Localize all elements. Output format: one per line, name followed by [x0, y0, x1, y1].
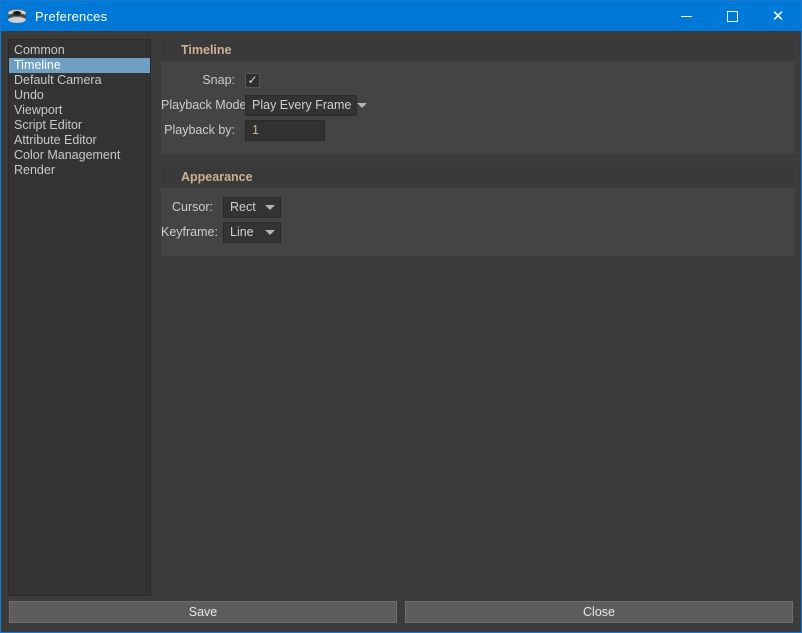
sidebar-item-color-management[interactable]: Color Management — [9, 148, 150, 163]
sidebar-item-attribute-editor[interactable]: Attribute Editor — [9, 133, 150, 148]
keyframe-dropdown[interactable]: Line — [223, 221, 281, 243]
dialog-body: Common Timeline Default Camera Undo View… — [1, 31, 801, 596]
group-appearance-body: Cursor: Rect Keyframe: Line — [161, 188, 794, 256]
cursor-label: Cursor: — [172, 200, 213, 214]
sidebar-item-viewport[interactable]: Viewport — [9, 103, 150, 118]
window-controls: ✕ — [663, 1, 801, 31]
minimize-button[interactable] — [663, 1, 709, 31]
chevron-down-icon — [265, 229, 275, 235]
row-playback-by: Playback by: — [161, 119, 794, 141]
window-title: Preferences — [35, 8, 108, 24]
row-playback-mode: Playback Mode: Play Every Frame — [161, 94, 794, 116]
group-timeline-body: Snap: ✓ Playback Mode: Play Every Frame … — [161, 61, 794, 154]
preferences-window: Preferences ✕ Common Timeline Default Ca… — [0, 0, 802, 633]
row-keyframe: Keyframe: Line — [161, 221, 794, 243]
chevron-down-icon — [357, 102, 368, 108]
sidebar-item-script-editor[interactable]: Script Editor — [9, 118, 150, 133]
close-dialog-button[interactable]: Close — [405, 600, 793, 623]
group-appearance-title: Appearance — [161, 166, 794, 188]
playback-mode-value: Play Every Frame — [252, 98, 352, 112]
group-timeline-title: Timeline — [161, 39, 794, 61]
close-button[interactable]: ✕ — [755, 1, 801, 31]
group-timeline: Timeline Snap: ✓ Playback Mode: Play Eve… — [161, 39, 794, 154]
playback-by-label: Playback by: — [164, 123, 235, 137]
snap-checkbox[interactable]: ✓ — [245, 72, 260, 88]
playback-by-input[interactable] — [245, 119, 325, 141]
sidebar-item-undo[interactable]: Undo — [9, 88, 150, 103]
playback-mode-label: Playback Mode: — [161, 98, 250, 112]
title-bar[interactable]: Preferences ✕ — [1, 1, 801, 31]
row-cursor: Cursor: Rect — [161, 196, 794, 218]
close-icon: ✕ — [771, 6, 785, 25]
keyframe-label: Keyframe: — [161, 225, 218, 239]
maya-layers-icon — [6, 5, 28, 27]
playback-mode-dropdown[interactable]: Play Every Frame — [245, 94, 368, 116]
group-divider — [161, 154, 794, 166]
save-button[interactable]: Save — [9, 600, 397, 623]
sidebar-item-default-camera[interactable]: Default Camera — [9, 73, 150, 88]
cursor-value: Rect — [230, 200, 256, 214]
sidebar-item-common[interactable]: Common — [9, 43, 150, 58]
snap-label: Snap: — [202, 73, 235, 87]
settings-panel: Timeline Snap: ✓ Playback Mode: Play Eve… — [161, 39, 794, 596]
minimize-icon — [680, 15, 692, 17]
chevron-down-icon — [265, 204, 275, 210]
sidebar-item-render[interactable]: Render — [9, 163, 150, 178]
keyframe-value: Line — [230, 225, 254, 239]
dialog-footer: Save Close — [1, 596, 801, 632]
category-list[interactable]: Common Timeline Default Camera Undo View… — [8, 39, 151, 596]
group-appearance: Appearance Cursor: Rect Keyframe: Line — [161, 166, 794, 256]
row-snap: Snap: ✓ — [161, 69, 794, 91]
maximize-icon — [726, 10, 738, 22]
sidebar-item-timeline[interactable]: Timeline — [9, 58, 150, 73]
maximize-button[interactable] — [709, 1, 755, 31]
cursor-dropdown[interactable]: Rect — [223, 196, 281, 218]
